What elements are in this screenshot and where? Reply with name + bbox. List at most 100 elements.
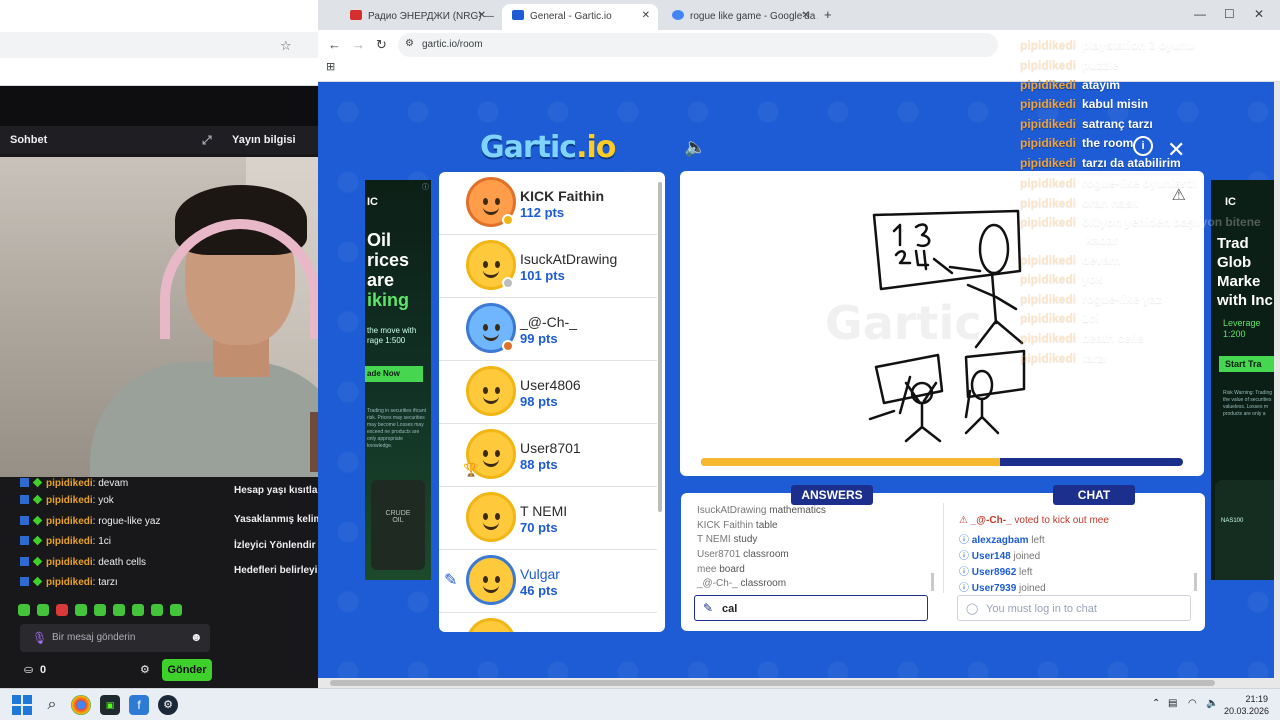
- players-scrollbar[interactable]: [658, 182, 662, 512]
- ad-trade-now-button[interactable]: ade Now: [365, 366, 423, 382]
- vertical-scrollbar[interactable]: [1274, 82, 1280, 678]
- forward-arrow-icon[interactable]: →: [352, 37, 365, 52]
- answer-input[interactable]: ✎ cal: [694, 595, 928, 621]
- player-status-dot: [502, 214, 514, 226]
- info-item-age-restriction[interactable]: Hesap yaşı kısıtlam: [234, 485, 318, 496]
- new-tab-plus-icon[interactable]: +: [824, 7, 832, 22]
- chrome-icon[interactable]: [71, 695, 91, 715]
- answer-entry: IsuckAtDrawing mathematics: [697, 505, 826, 516]
- send-button[interactable]: Gönder: [162, 659, 212, 681]
- player-row[interactable]: User4806 98 pts: [439, 361, 657, 424]
- close-tab-icon[interactable]: ✕: [478, 10, 486, 21]
- chat-input[interactable]: ◯ You must log in to chat: [957, 595, 1191, 621]
- player-row[interactable]: ✎ Vulgar 46 pts: [439, 550, 657, 613]
- emote-icon[interactable]: [18, 604, 30, 616]
- windows-start-icon[interactable]: [12, 695, 32, 715]
- ad-banner-left[interactable]: ⓘ IC Oil rices are iking the move with r…: [365, 180, 431, 580]
- overlay-message: puzzle: [1082, 58, 1119, 72]
- tab-yayin-bilgisi[interactable]: Yayın bilgisi: [232, 134, 296, 146]
- tab-radio[interactable]: Радио ЭНЕРДЖИ (NRG) — ✕: [340, 4, 494, 30]
- player-avatar: [466, 492, 516, 542]
- chat-username[interactable]: pipidikedi: [46, 495, 93, 506]
- overlay-chat-line: pipidikedi death cells: [1020, 331, 1144, 345]
- twitch-chat-list: pipidikedi: devam pipidikedi: yok pipidi…: [0, 477, 226, 591]
- site-info-icon[interactable]: ⚙: [405, 38, 414, 49]
- search-icon[interactable]: ⌕: [42, 695, 62, 715]
- editor-app-icon[interactable]: f: [129, 695, 149, 715]
- chat-settings-gear-icon[interactable]: ⚙: [140, 663, 150, 676]
- info-item-viewer-redirect[interactable]: İzleyici Yönlendir: [234, 540, 316, 551]
- address-bar[interactable]: ⚙ gartic.io/room: [398, 33, 998, 57]
- horizontal-scroll-thumb[interactable]: [330, 680, 1215, 686]
- ad-choices-icon[interactable]: ⓘ: [422, 182, 429, 192]
- apps-grid-icon[interactable]: ⊞: [326, 60, 335, 73]
- emote-icon[interactable]: [75, 604, 87, 616]
- tab-title: General - Gartic.io: [530, 11, 612, 22]
- close-tab-icon[interactable]: ✕: [802, 10, 810, 21]
- answer-entry: User8701 classroom: [697, 549, 789, 560]
- emote-icon[interactable]: [151, 604, 163, 616]
- wifi-icon[interactable]: ◠: [1188, 698, 1197, 709]
- radio-favicon-icon: [350, 10, 362, 20]
- tab-answers[interactable]: ANSWERS: [791, 485, 873, 505]
- network-icon[interactable]: ▤: [1168, 698, 1177, 709]
- overlay-message: devam: [1082, 253, 1121, 267]
- player-row[interactable]: IsuckAtDrawing 101 pts: [439, 235, 657, 298]
- steam-icon[interactable]: ⚙: [158, 695, 178, 715]
- reload-icon[interactable]: ↻: [376, 37, 387, 53]
- microphone-icon[interactable]: 🎙: [32, 631, 47, 645]
- chat-username[interactable]: pipidikedi: [46, 557, 93, 568]
- ad-disclaimer: Trading in securities ificant risk. Pric…: [367, 408, 427, 449]
- emote-icon[interactable]: [113, 604, 125, 616]
- horizontal-scrollbar[interactable]: [318, 678, 1280, 688]
- emote-icon[interactable]: [56, 604, 68, 616]
- chat-username[interactable]: pipidikedi: [46, 577, 93, 588]
- broadcaster-badge-icon: [20, 478, 29, 487]
- drawing-pencil-icon: ✎: [444, 572, 458, 589]
- player-row[interactable]: 🏆 User8701 88 pts: [439, 424, 657, 487]
- twitch-message-input[interactable]: 🎙 Bir mesaj gönderin ☻: [20, 624, 210, 652]
- emote-icon[interactable]: [170, 604, 182, 616]
- popout-icon[interactable]: ⤢: [202, 133, 212, 148]
- ad-phone-image: NAS100: [1215, 480, 1279, 580]
- close-window-icon[interactable]: ✕: [1254, 7, 1264, 21]
- info-item-banned-words[interactable]: Yasaklanmış kelim: [234, 514, 318, 525]
- emoji-picker-icon[interactable]: ☻: [190, 630, 203, 644]
- channel-points-icon[interactable]: ⛀: [24, 663, 33, 676]
- tab-sohbet[interactable]: Sohbet: [10, 134, 47, 146]
- chat-message: pipidikedi: yok: [20, 494, 114, 508]
- player-row[interactable]: _@-Ch-_ 99 pts: [439, 298, 657, 361]
- background-address-bar[interactable]: [0, 32, 318, 58]
- system-clock[interactable]: 21:19 20.03.2026: [1224, 693, 1269, 717]
- overlay-chat-line: pipidikedi devam: [1020, 253, 1120, 267]
- chat-scrollbar[interactable]: [1194, 573, 1197, 591]
- player-avatar: [466, 618, 516, 632]
- emote-icon[interactable]: [94, 604, 106, 616]
- minimize-icon[interactable]: —: [1194, 7, 1206, 21]
- player-row[interactable]: T NEMI 70 pts: [439, 487, 657, 550]
- tab-chat[interactable]: CHAT: [1053, 485, 1135, 505]
- tab-google[interactable]: rogue like game - Google'da A ✕: [662, 4, 818, 30]
- back-arrow-icon[interactable]: ←: [328, 37, 341, 52]
- maximize-icon[interactable]: ☐: [1224, 7, 1235, 21]
- overlay-message: oran nasıl: [1082, 196, 1139, 210]
- emote-icon[interactable]: [37, 604, 49, 616]
- speaker-icon[interactable]: 🔈: [684, 137, 706, 158]
- bookmark-star-icon[interactable]: ☆: [280, 38, 292, 54]
- volume-icon[interactable]: 🔈: [1206, 698, 1218, 709]
- player-row[interactable]: KICK Faithin 112 pts: [439, 172, 657, 235]
- answers-scrollbar[interactable]: [931, 573, 934, 591]
- close-tab-icon[interactable]: ✕: [642, 10, 650, 21]
- vip-badge-icon: [32, 494, 43, 505]
- overlay-username: pipidikedi: [1020, 311, 1077, 325]
- tray-overflow-icon[interactable]: ⌃: [1152, 698, 1160, 709]
- chat-username[interactable]: pipidikedi: [46, 478, 93, 489]
- kick-app-icon[interactable]: ▣: [100, 695, 120, 715]
- player-row[interactable]: [439, 613, 657, 632]
- chat-username[interactable]: pipidikedi: [46, 516, 93, 527]
- player-status-dot: [502, 277, 514, 289]
- info-item-goals[interactable]: Hedefleri belirleyin: [234, 565, 318, 576]
- chat-username[interactable]: pipidikedi: [46, 536, 93, 547]
- emote-icon[interactable]: [132, 604, 144, 616]
- tab-gartic[interactable]: General - Gartic.io ✕: [502, 4, 658, 30]
